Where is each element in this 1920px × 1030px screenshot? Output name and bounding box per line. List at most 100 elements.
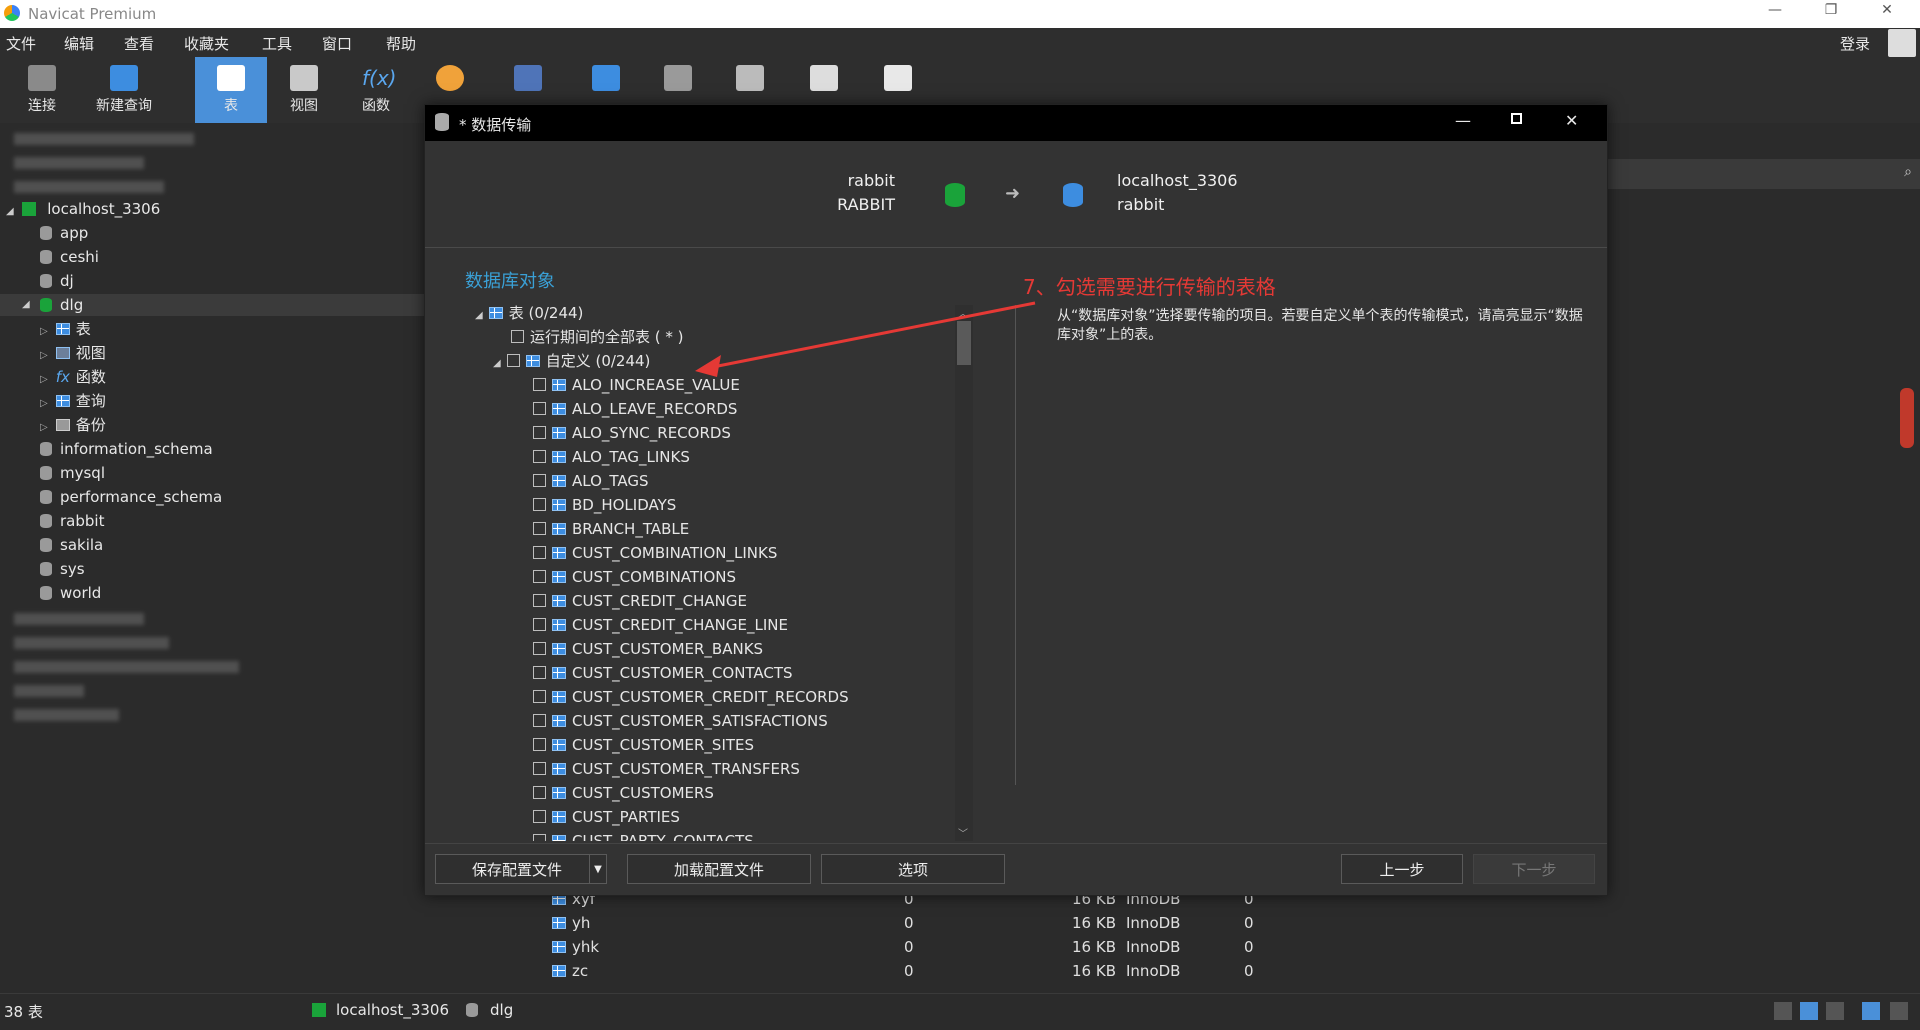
checkbox[interactable] [533, 570, 546, 583]
checkbox[interactable] [533, 546, 546, 559]
tree-table-item[interactable]: CUST_CUSTOMER_CONTACTS [533, 661, 793, 685]
info-pane-toggle-icon[interactable] [1890, 1002, 1908, 1020]
list-view-icon[interactable] [1800, 1002, 1818, 1020]
db-node-app[interactable]: app [40, 222, 88, 244]
checkbox[interactable] [533, 738, 546, 751]
tree-table-item[interactable]: CUST_CUSTOMERS [533, 781, 714, 805]
tree-table-item[interactable]: CUST_CUSTOMER_BANKS [533, 637, 763, 661]
menu-favorites[interactable]: 收藏夹 [184, 33, 229, 54]
checkbox[interactable] [533, 834, 546, 841]
checkbox[interactable] [533, 762, 546, 775]
restore-icon[interactable]: ❐ [1816, 2, 1846, 18]
table-button[interactable]: 表 [195, 57, 267, 123]
dlg-backups-node[interactable]: ▷ 备份 [40, 414, 106, 436]
maximize-icon[interactable] [1511, 113, 1522, 124]
tree-table-item[interactable]: CUST_CUSTOMER_CREDIT_RECORDS [533, 685, 849, 709]
checkbox[interactable] [533, 498, 546, 511]
tree-table-item[interactable]: ALO_LEAVE_RECORDS [533, 397, 737, 421]
checkbox[interactable] [506, 354, 520, 367]
expand-triangle-icon[interactable]: ▷ [40, 398, 48, 409]
tree-table-item[interactable]: CUST_CUSTOMER_SITES [533, 733, 754, 757]
search-icon[interactable]: ⌕ [1904, 164, 1912, 180]
checkbox[interactable] [533, 594, 546, 607]
dlg-queries-node[interactable]: ▷ 查询 [40, 390, 106, 412]
sidebar-toggle-icon[interactable] [1862, 1002, 1880, 1020]
checkbox[interactable] [511, 330, 524, 343]
next-step-button[interactable]: 下一步 [1473, 854, 1595, 884]
checkbox[interactable] [533, 666, 546, 679]
detail-view-icon[interactable] [1826, 1002, 1844, 1020]
function-button[interactable]: f(x) 函数 [340, 57, 412, 123]
db-node-rabbit[interactable]: rabbit [40, 510, 104, 532]
checkbox[interactable] [533, 522, 546, 535]
view-button[interactable]: 视图 [268, 57, 340, 123]
tree-table-item[interactable]: CUST_CUSTOMER_SATISFACTIONS [533, 709, 828, 733]
db-node-information-schema[interactable]: information_schema [40, 438, 213, 460]
tree-table-item[interactable]: BRANCH_TABLE [533, 517, 689, 541]
previous-step-button[interactable]: 上一步 [1341, 854, 1463, 884]
tree-table-item[interactable]: CUST_COMBINATION_LINKS [533, 541, 777, 565]
checkbox[interactable] [533, 402, 546, 415]
tree-table-item[interactable]: CUST_CUSTOMER_TRANSFERS [533, 757, 800, 781]
tree-custom-tables[interactable]: ◢ 自定义 (0/244) [493, 349, 650, 373]
save-profile-dropdown[interactable]: ▼ [589, 854, 607, 884]
connection-node[interactable]: ◢ localhost_3306 [6, 198, 160, 220]
tree-scrollbar[interactable]: ︿ ﹀ [955, 305, 973, 841]
collapse-triangle-icon[interactable]: ◢ [475, 310, 483, 321]
options-button[interactable]: 选项 [821, 854, 1005, 884]
collapse-triangle-icon[interactable]: ◢ [493, 358, 501, 369]
close-icon[interactable]: ✕ [1565, 111, 1578, 130]
login-link[interactable]: 登录 [1840, 33, 1870, 54]
tree-root-tables[interactable]: ◢ 表 (0/244) [475, 301, 583, 325]
checkbox[interactable] [533, 426, 546, 439]
tree-table-item[interactable]: CUST_COMBINATIONS [533, 565, 736, 589]
db-node-sakila[interactable]: sakila [40, 534, 103, 556]
search-bar[interactable]: ⌕ [1600, 159, 1920, 189]
db-node-mysql[interactable]: mysql [40, 462, 105, 484]
checkbox[interactable] [533, 378, 546, 391]
load-profile-button[interactable]: 加载配置文件 [627, 854, 811, 884]
menu-help[interactable]: 帮助 [386, 33, 416, 54]
expand-triangle-icon[interactable]: ▷ [40, 326, 48, 337]
tree-table-item[interactable]: CUST_PARTY_CONTACTS [533, 829, 754, 841]
tree-table-item[interactable]: ALO_TAGS [533, 469, 649, 493]
connect-button[interactable]: 连接 [6, 57, 78, 123]
tree-table-item[interactable]: ALO_SYNC_RECORDS [533, 421, 731, 445]
collapse-triangle-icon[interactable]: ◢ [6, 206, 14, 217]
checkbox[interactable] [533, 642, 546, 655]
scroll-down-icon[interactable]: ﹀ [958, 825, 968, 840]
menu-window[interactable]: 窗口 [322, 33, 352, 54]
table-row[interactable]: yh [552, 914, 590, 932]
checkbox[interactable] [533, 450, 546, 463]
tree-table-item[interactable]: CUST_PARTIES [533, 805, 680, 829]
minimize-icon[interactable]: — [1760, 2, 1790, 18]
checkbox[interactable] [533, 714, 546, 727]
close-icon[interactable]: ✕ [1872, 2, 1902, 18]
db-node-ceshi[interactable]: ceshi [40, 246, 99, 268]
collapse-triangle-icon[interactable]: ◢ [22, 294, 30, 316]
vertical-scrollbar[interactable] [1900, 388, 1914, 448]
minimize-icon[interactable]: — [1455, 111, 1471, 130]
grid-view-icon[interactable] [1774, 1002, 1792, 1020]
save-profile-button[interactable]: 保存配置文件 [435, 854, 607, 884]
dlg-views-node[interactable]: ▷ 视图 [40, 342, 106, 364]
db-node-world[interactable]: world [40, 582, 101, 604]
avatar[interactable] [1888, 29, 1916, 57]
db-node-sys[interactable]: sys [40, 558, 85, 580]
expand-triangle-icon[interactable]: ▷ [40, 374, 48, 385]
tree-table-item[interactable]: BD_HOLIDAYS [533, 493, 676, 517]
tree-all-runtime-tables[interactable]: 运行期间的全部表 ( * ) [511, 325, 684, 349]
dlg-functions-node[interactable]: ▷ fx 函数 [40, 366, 106, 388]
checkbox[interactable] [533, 474, 546, 487]
expand-triangle-icon[interactable]: ▷ [40, 422, 48, 433]
db-node-performance-schema[interactable]: performance_schema [40, 486, 222, 508]
tree-table-item[interactable]: CUST_CREDIT_CHANGE_LINE [533, 613, 788, 637]
new-query-button[interactable]: 新建查询 [84, 57, 164, 123]
expand-triangle-icon[interactable]: ▷ [40, 350, 48, 361]
tree-table-item[interactable]: CUST_CREDIT_CHANGE [533, 589, 747, 613]
table-row[interactable]: zc [552, 962, 588, 980]
menu-tools[interactable]: 工具 [262, 33, 292, 54]
tree-table-item[interactable]: ALO_TAG_LINKS [533, 445, 690, 469]
table-row[interactable]: yhk [552, 938, 599, 956]
checkbox[interactable] [533, 690, 546, 703]
